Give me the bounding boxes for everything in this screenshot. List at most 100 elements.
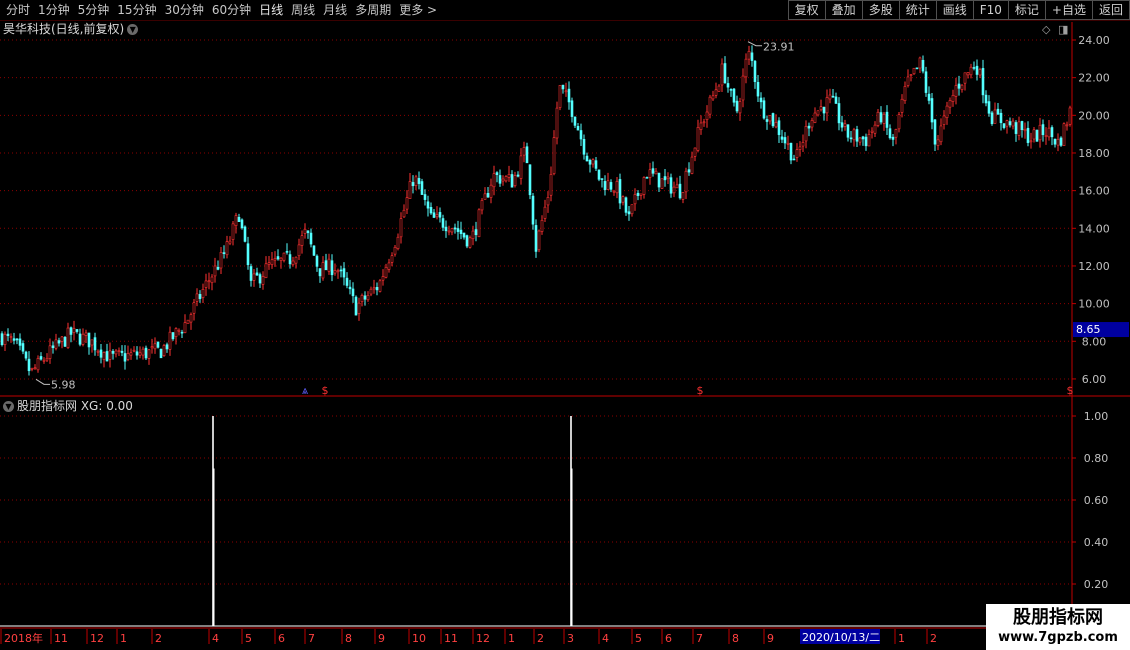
candle-body [243,226,247,242]
candle-body [645,177,649,179]
candle-body [105,351,109,362]
indicator-y-tick-label: 1.00 [1084,410,1109,423]
x-tick-label: 5 [635,632,642,645]
candle-body [207,280,211,283]
candle-body [963,72,967,84]
candle-body [168,331,172,350]
candle-body [570,100,574,117]
candle-body [150,346,154,349]
candle-body [285,251,289,253]
candle-body [654,170,658,175]
candle-body [564,90,568,93]
watermark-title: 股朋指标网 [1013,607,1103,628]
x-tick-label: 8 [732,632,739,645]
candle-body [936,139,940,146]
candle-body [297,244,301,257]
candle-body [300,235,304,246]
candle-body [906,76,910,86]
low-marker [35,378,50,385]
candle-body [30,367,34,370]
candle-body [342,268,346,278]
candle-body [255,272,259,276]
candle-body [147,349,151,359]
candle-body [402,209,406,218]
candle-body [6,333,10,337]
candle-body [798,146,802,150]
candle-body [249,266,253,281]
candle-body [579,130,583,140]
candle-body [792,158,796,161]
candle-body [996,108,1000,115]
candle-body [138,352,142,356]
candle-body [303,228,307,234]
candle-body [447,230,451,233]
candle-body [1041,124,1045,136]
candle-body [471,230,475,240]
x-tick-label: 7 [308,632,315,645]
low-price-label: 5.98 [51,378,76,391]
candle-body [840,122,844,128]
candle-body [363,295,367,300]
candle-body [327,258,331,272]
x-tick-label: 4 [602,632,609,645]
candle-body [942,115,946,125]
candle-body [366,294,370,301]
candle-body [315,255,319,267]
candle-body [426,201,430,209]
candle-body [282,252,286,261]
candle-body [681,192,685,200]
x-tick-label: 2 [155,632,162,645]
candle-body [1050,127,1054,138]
candle-body [45,357,49,361]
candle-body [159,348,163,359]
candle-body [33,367,37,370]
candle-body [834,96,838,104]
candle-body [432,212,436,218]
candle-body [108,350,112,360]
candle-body [456,228,460,232]
candle-body [153,343,157,350]
candle-body [372,287,376,290]
x-tick-label: 5 [245,632,252,645]
candle-body [462,232,466,238]
candle-body [672,186,676,194]
candle-body [324,260,328,271]
y-tick-label: 20.00 [1078,109,1110,122]
candle-body [609,182,613,190]
candle-body [1026,127,1030,143]
candle-body [882,113,886,124]
candle-body [561,84,565,90]
candle-body [12,338,16,341]
candle-body [414,176,418,186]
x-tick-label: 1 [120,632,127,645]
cursor-date-label: 2020/10/13/二 [802,631,880,644]
candle-body [888,128,892,139]
x-tick-label: 1 [898,632,905,645]
candle-body [969,66,973,76]
x-tick-label: 8 [345,632,352,645]
candle-body [384,266,388,278]
candle-body [600,178,604,180]
candle-body [525,146,529,164]
chart-canvas[interactable]: 24.0022.0020.0018.0016.0014.0012.0010.00… [0,0,1130,650]
candle-body [684,170,688,193]
candle-body [123,353,127,362]
candle-body [756,82,760,97]
candle-body [234,215,238,226]
candle-body [276,256,280,260]
candle-body [699,122,703,130]
candle-body [435,214,439,218]
x-tick-label: 2 [537,632,544,645]
candle-body [588,159,592,165]
candle-body [546,197,550,206]
candle-body [837,103,841,124]
candle-body [747,50,751,60]
candle-body [903,86,907,101]
candle-body [558,85,562,108]
high-marker [747,41,762,47]
candle-body [273,258,277,261]
candle-body [909,74,913,76]
candle-body [1065,124,1069,127]
candle-body [783,137,787,144]
candle-body [114,350,118,355]
